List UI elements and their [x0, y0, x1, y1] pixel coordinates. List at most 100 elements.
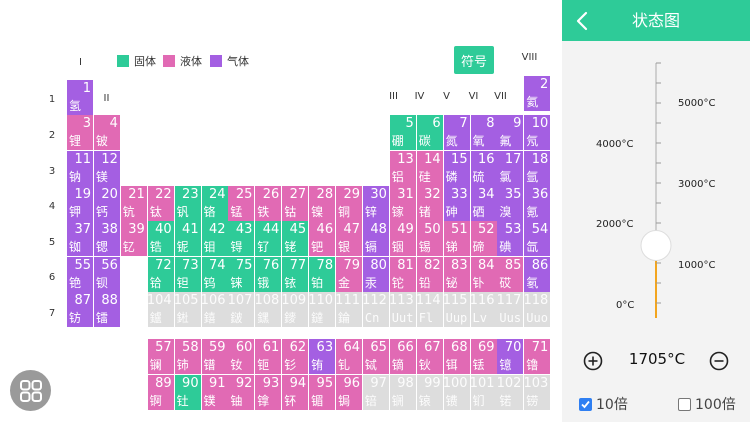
- element-cell[interactable]: 13 铝: [389, 150, 416, 186]
- element-cell[interactable]: 82 铅: [416, 256, 443, 292]
- element-cell[interactable]: 41 铌: [174, 221, 201, 257]
- element-cell[interactable]: 48 镉: [362, 221, 389, 257]
- element-cell[interactable]: 23 钒: [174, 185, 201, 221]
- element-cell[interactable]: 117 Uus: [497, 291, 524, 327]
- element-cell[interactable]: 38 锶: [93, 221, 120, 257]
- element-cell[interactable]: 80 汞: [362, 256, 389, 292]
- element-cell[interactable]: 56 钡: [93, 256, 120, 292]
- element-cell[interactable]: 66 镝: [389, 339, 416, 374]
- element-cell[interactable]: 19 钾: [67, 185, 93, 221]
- element-cell[interactable]: 2氦: [524, 76, 551, 111]
- element-cell[interactable]: 20 钙: [93, 185, 120, 221]
- element-cell[interactable]: 89 锕: [147, 375, 174, 410]
- element-cell[interactable]: 85 砹: [497, 256, 524, 292]
- element-cell[interactable]: 29 铜: [336, 185, 362, 221]
- element-cell[interactable]: 75 铼: [228, 256, 255, 292]
- element-cell[interactable]: 70 镱: [497, 339, 524, 374]
- element-cell[interactable]: 5硼: [389, 115, 416, 151]
- element-cell[interactable]: 105 𨧀: [174, 291, 201, 327]
- element-cell[interactable]: 15 磷: [443, 150, 470, 186]
- element-cell[interactable]: 46 钯: [309, 221, 336, 257]
- element-cell[interactable]: 53 碘: [497, 221, 524, 257]
- element-cell[interactable]: 11 钠: [67, 150, 93, 186]
- element-cell[interactable]: 22 钛: [147, 185, 174, 221]
- element-cell[interactable]: 95 镅: [309, 375, 336, 410]
- element-cell[interactable]: 115 Uup: [443, 291, 470, 327]
- element-cell[interactable]: 10 氖: [524, 115, 551, 151]
- element-cell[interactable]: 34 硒: [470, 185, 497, 221]
- element-cell[interactable]: 8氧: [470, 115, 497, 151]
- element-cell[interactable]: 83 铋: [443, 256, 470, 292]
- temperature-slider-knob[interactable]: [640, 230, 672, 261]
- multiplier-10x-option[interactable]: 10倍: [579, 394, 628, 414]
- decrease-temperature-button[interactable]: [709, 351, 729, 371]
- element-cell[interactable]: 49 铟: [389, 221, 416, 257]
- element-cell[interactable]: 44 钌: [255, 221, 282, 257]
- element-cell[interactable]: 26 铁: [255, 185, 282, 221]
- element-cell[interactable]: 79 金: [336, 256, 362, 292]
- element-cell[interactable]: 67 钬: [416, 339, 443, 374]
- element-cell[interactable]: 7氮: [443, 115, 470, 151]
- checkbox-checked-icon[interactable]: [579, 397, 592, 411]
- element-cell[interactable]: 71 镥: [524, 339, 551, 374]
- element-cell[interactable]: 103 铹: [524, 375, 551, 410]
- element-cell[interactable]: 35 溴: [497, 185, 524, 221]
- element-cell[interactable]: 76 锇: [255, 256, 282, 292]
- element-cell[interactable]: 92 铀: [228, 375, 255, 410]
- element-cell[interactable]: 112 Cn: [362, 291, 389, 327]
- element-cell[interactable]: 116 Lv: [470, 291, 497, 327]
- element-cell[interactable]: 109 䥑: [282, 291, 309, 327]
- element-cell[interactable]: 65 铽: [362, 339, 389, 374]
- element-cell[interactable]: 37 铷: [67, 221, 93, 257]
- element-cell[interactable]: 36 氪: [524, 185, 551, 221]
- element-cell[interactable]: 64 钆: [336, 339, 362, 374]
- element-cell[interactable]: 74 钨: [201, 256, 228, 292]
- checkbox-unchecked-icon[interactable]: [678, 397, 691, 411]
- element-cell[interactable]: 78 铂: [309, 256, 336, 292]
- element-cell[interactable]: 102 锘: [497, 375, 524, 410]
- element-cell[interactable]: 99 锿: [416, 375, 443, 410]
- element-cell[interactable]: 17 氯: [497, 150, 524, 186]
- element-cell[interactable]: 81 铊: [389, 256, 416, 292]
- element-cell[interactable]: 57 镧: [147, 339, 174, 374]
- element-cell[interactable]: 60 钕: [228, 339, 255, 374]
- element-cell[interactable]: 21 钪: [120, 185, 147, 221]
- element-cell[interactable]: 55 铯: [67, 256, 93, 292]
- element-cell[interactable]: 24 铬: [201, 185, 228, 221]
- element-cell[interactable]: 63 铕: [309, 339, 336, 374]
- element-cell[interactable]: 108 𨭆: [255, 291, 282, 327]
- element-cell[interactable]: 104 鑪: [147, 291, 174, 327]
- element-cell[interactable]: 91 镤: [201, 375, 228, 410]
- element-cell[interactable]: 106 𨭎: [201, 291, 228, 327]
- element-cell[interactable]: 42 钼: [201, 221, 228, 257]
- element-cell[interactable]: 52 碲: [470, 221, 497, 257]
- element-cell[interactable]: 101 钔: [470, 375, 497, 410]
- element-cell[interactable]: 39 钇: [120, 221, 147, 257]
- element-cell[interactable]: 18 氩: [524, 150, 551, 186]
- element-cell[interactable]: 87 钫: [67, 291, 93, 327]
- increase-temperature-button[interactable]: [583, 351, 603, 371]
- element-cell[interactable]: 84 钋: [470, 256, 497, 292]
- menu-fab-button[interactable]: [10, 370, 51, 411]
- element-cell[interactable]: 6碳: [416, 115, 443, 151]
- element-cell[interactable]: 27 钴: [282, 185, 309, 221]
- element-cell[interactable]: 45 铑: [282, 221, 309, 257]
- element-cell[interactable]: 25 锰: [228, 185, 255, 221]
- element-cell[interactable]: 16 硫: [470, 150, 497, 186]
- element-cell[interactable]: 68 铒: [443, 339, 470, 374]
- element-cell[interactable]: 47 银: [336, 221, 362, 257]
- element-cell[interactable]: 3锂: [67, 115, 93, 151]
- element-cell[interactable]: 94 钚: [282, 375, 309, 410]
- element-cell[interactable]: 93 镎: [255, 375, 282, 410]
- element-cell[interactable]: 86 氡: [524, 256, 551, 292]
- element-cell[interactable]: 77 铱: [282, 256, 309, 292]
- element-cell[interactable]: 33 砷: [443, 185, 470, 221]
- element-cell[interactable]: 100 镄: [443, 375, 470, 410]
- multiplier-100x-option[interactable]: 100倍: [678, 394, 736, 414]
- element-cell[interactable]: 73 钽: [174, 256, 201, 292]
- back-button[interactable]: [572, 10, 594, 32]
- element-cell[interactable]: 51 锑: [443, 221, 470, 257]
- element-cell[interactable]: 32 锗: [416, 185, 443, 221]
- element-cell[interactable]: 118 Uuo: [524, 291, 551, 327]
- element-cell[interactable]: 69 铥: [470, 339, 497, 374]
